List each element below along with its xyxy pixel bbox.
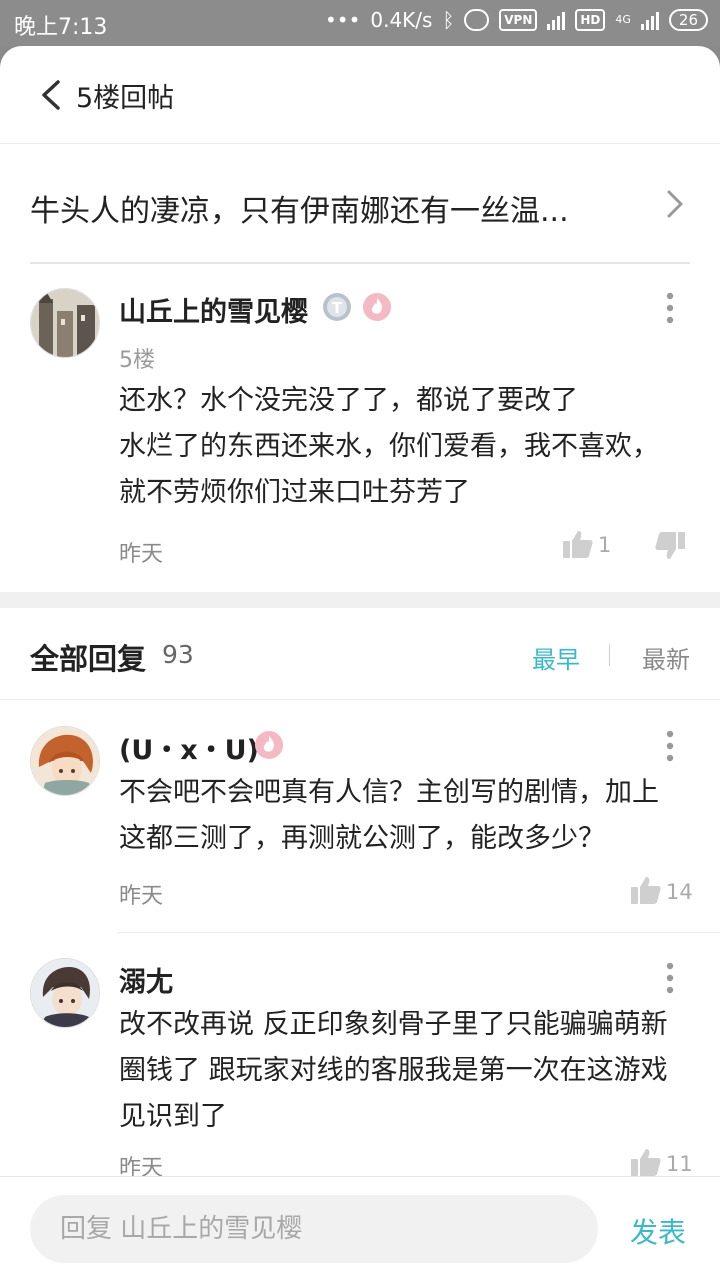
chevron-right-icon	[667, 190, 683, 218]
divider	[118, 932, 720, 933]
back-arrow-icon[interactable]	[38, 80, 64, 110]
post-line: 还水？水个没完没了了，都说了要改了	[119, 385, 578, 416]
reply-sheet: 5楼回帖 牛头人的凄凉，只有伊南娜还有一丝温... 山丘上的雪见樱 T 5楼 还…	[0, 46, 720, 1280]
avatar-image	[31, 289, 99, 357]
bluetooth-icon: ᛒ	[442, 8, 455, 32]
hd-badge: HD	[575, 9, 606, 31]
avatar[interactable]	[30, 726, 100, 796]
post-line: 就不劳烦你们过来口吐芬芳了	[119, 477, 470, 508]
like-count: 11	[666, 1152, 693, 1176]
more-options-icon[interactable]	[666, 292, 674, 324]
username[interactable]: (U・x・U)	[119, 728, 259, 767]
post-time: 昨天	[119, 542, 164, 567]
avatar[interactable]	[30, 288, 100, 358]
wifi-signal-icon	[547, 10, 566, 30]
reply-line: 圈钱了 跟玩家对线的客服我是第一次在这游戏	[119, 1055, 668, 1086]
reply-content: 改不改再说 反正印象刻骨子里了只能骗骗萌新 圈钱了 跟玩家对线的客服我是第一次在…	[119, 1002, 668, 1140]
network-speed: 0.4K/s	[370, 8, 433, 32]
floor-number: 5楼	[119, 348, 155, 373]
status-time: 晚上7:13	[14, 15, 108, 40]
reply-content: 不会吧不会吧真有人信？主创写的剧情，加上 这都三测了，再测就公测了，能改多少？	[119, 770, 659, 862]
section-separator	[0, 592, 720, 608]
sort-divider	[609, 644, 610, 666]
battery-indicator: 26	[668, 9, 708, 31]
replies-count: 93	[162, 640, 194, 669]
vpn-badge: VPN	[499, 9, 538, 31]
divider	[30, 262, 690, 264]
like-count: 14	[666, 880, 693, 904]
status-bar: 晚上7:13 ••• 0.4K/s ᛒ VPN HD 4G 26	[0, 0, 720, 46]
avatar[interactable]	[30, 958, 100, 1028]
replies-header: 全部回复 93 最早 最新	[0, 608, 720, 700]
avatar-image	[31, 727, 99, 795]
network-type: 4G	[615, 13, 631, 26]
thread-link[interactable]: 牛头人的凄凉，只有伊南娜还有一丝温...	[0, 144, 720, 264]
status-icons: ••• 0.4K/s ᛒ VPN HD 4G 26	[325, 8, 708, 32]
more-options-icon[interactable]	[666, 730, 674, 762]
replies-title: 全部回复	[30, 642, 147, 676]
post-line: 水烂了的东西还来水，你们爱看，我不喜欢，	[119, 431, 659, 462]
sort-latest-tab[interactable]: 最新	[642, 640, 690, 675]
thumbs-down-icon[interactable]	[654, 530, 686, 562]
thread-title: 牛头人的凄凉，只有伊南娜还有一丝温...	[30, 194, 569, 229]
reply-line: 这都三测了，再测就公测了，能改多少？	[119, 823, 605, 854]
send-button[interactable]: 发表	[630, 1211, 686, 1251]
reply-line: 见识到了	[119, 1101, 227, 1132]
page-title: 5楼回帖	[76, 83, 175, 114]
thumbs-up-icon[interactable]	[562, 528, 594, 560]
cell-signal-icon	[640, 10, 659, 30]
level-badge-icon: T	[323, 293, 351, 321]
reply-bar: 发表	[0, 1176, 720, 1280]
reply-line: 不会吧不会吧真有人信？主创写的剧情，加上	[119, 777, 659, 808]
post-content: 还水？水个没完没了了，都说了要改了 水烂了的东西还来水，你们爱看，我不喜欢， 就…	[119, 378, 659, 516]
flame-badge-icon	[363, 293, 391, 321]
username[interactable]: 溺尢	[119, 960, 173, 999]
like-count: 1	[598, 533, 612, 557]
top-nav: 5楼回帖	[0, 46, 720, 144]
sort-earliest-tab[interactable]: 最早	[532, 640, 580, 675]
toggle-icon	[464, 9, 490, 31]
flame-badge-icon	[255, 731, 283, 759]
thumbs-up-icon[interactable]	[630, 1146, 662, 1178]
reply-line: 改不改再说 反正印象刻骨子里了只能骗骗萌新	[119, 1009, 668, 1040]
username[interactable]: 山丘上的雪见樱	[119, 290, 308, 329]
thumbs-up-icon[interactable]	[630, 874, 662, 906]
more-dots-icon: •••	[324, 8, 361, 32]
avatar-image	[31, 959, 99, 1027]
reply-input[interactable]	[30, 1195, 598, 1263]
svg-text:T: T	[332, 299, 343, 317]
more-options-icon[interactable]	[666, 962, 674, 994]
reply-time: 昨天	[119, 884, 164, 909]
